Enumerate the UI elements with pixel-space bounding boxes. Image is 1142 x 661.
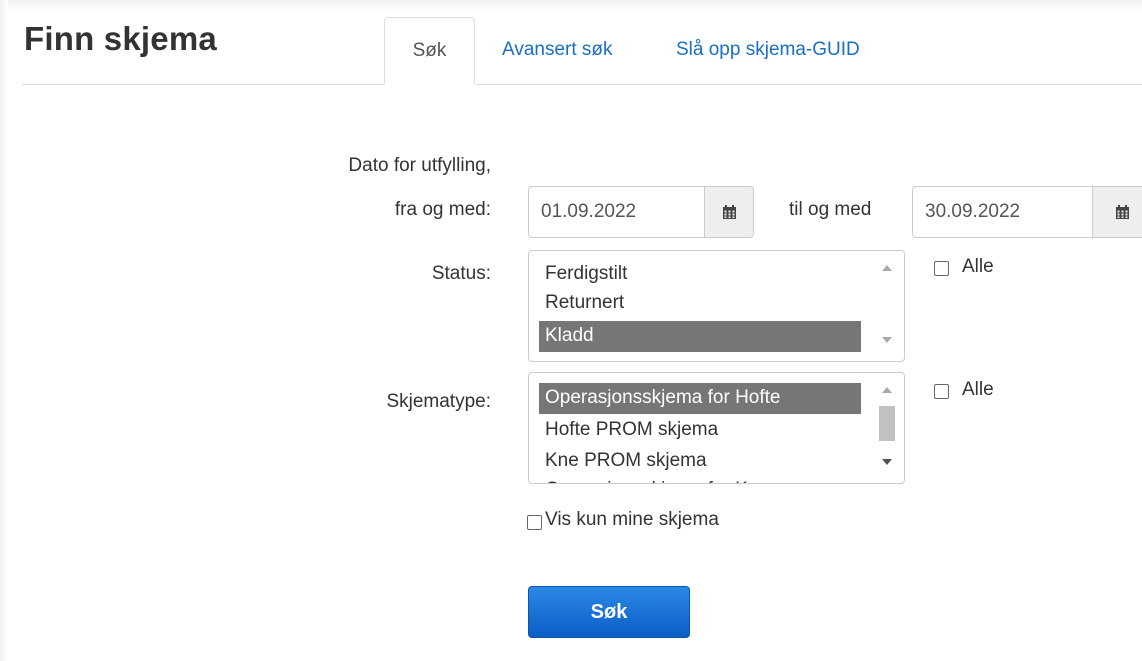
date-from-input[interactable] — [528, 186, 704, 238]
form-type-option-selected[interactable]: Operasjonsskjema for Hofte — [539, 383, 861, 414]
form-type-all-label: Alle — [962, 379, 994, 400]
form-type-all-checkbox-group[interactable]: Alle — [934, 379, 994, 401]
only-mine-checkbox-group[interactable]: Vis kun mine skjema — [527, 509, 719, 531]
date-label-line1: Dato for utfylling, — [348, 155, 491, 176]
status-option-selected[interactable]: Kladd — [539, 321, 861, 352]
status-all-checkbox-group[interactable]: Alle — [934, 256, 994, 278]
status-scrollbar[interactable] — [870, 251, 904, 361]
date-to-label: til og med — [789, 199, 872, 220]
scroll-down-icon[interactable] — [882, 337, 892, 343]
scrollbar-thumb[interactable] — [879, 406, 895, 441]
calendar-icon — [1116, 204, 1129, 219]
scroll-up-icon[interactable] — [882, 265, 892, 271]
only-mine-label: Vis kun mine skjema — [545, 509, 719, 530]
date-to-group — [912, 186, 1142, 238]
form-type-all-checkbox[interactable] — [934, 383, 949, 399]
date-label-line2: fra og med: — [394, 199, 491, 220]
tab-lookup-guid[interactable]: Slå opp skjema-GUID — [676, 17, 860, 85]
scroll-down-icon[interactable] — [882, 459, 892, 465]
top-shadow — [0, 0, 1142, 12]
form-type-label: Skjematype: — [386, 391, 491, 412]
form-type-listbox[interactable]: Operasjonsskjema for Hofte Hofte PROM sk… — [528, 372, 905, 484]
tab-advanced-search[interactable]: Avansert søk — [502, 17, 613, 85]
date-to-input[interactable] — [912, 186, 1092, 238]
only-mine-checkbox[interactable] — [527, 514, 542, 530]
form-type-option[interactable]: Operasjonsskjema for Kne — [539, 475, 861, 483]
status-option[interactable]: Ferdigstilt — [539, 259, 861, 290]
form-type-scrollbar[interactable] — [870, 373, 904, 483]
date-to-calendar-button[interactable] — [1092, 186, 1142, 238]
status-option[interactable]: Returnert — [539, 288, 861, 319]
status-all-label: Alle — [962, 256, 994, 277]
scroll-up-icon[interactable] — [882, 387, 892, 393]
tab-search[interactable]: Søk — [384, 17, 475, 85]
status-listbox[interactable]: Ferdigstilt Returnert Kladd — [528, 250, 905, 362]
status-all-checkbox[interactable] — [934, 260, 949, 276]
form-type-option[interactable]: Hofte PROM skjema — [539, 415, 861, 446]
status-label: Status: — [431, 263, 491, 284]
date-from-calendar-button[interactable] — [704, 186, 754, 238]
left-shadow — [0, 0, 8, 661]
search-button[interactable]: Søk — [528, 586, 690, 638]
form-type-option[interactable]: Kne PROM skjema — [539, 446, 861, 477]
page-title: Finn skjema — [24, 20, 217, 57]
calendar-icon — [722, 204, 736, 219]
date-from-group — [528, 186, 754, 238]
